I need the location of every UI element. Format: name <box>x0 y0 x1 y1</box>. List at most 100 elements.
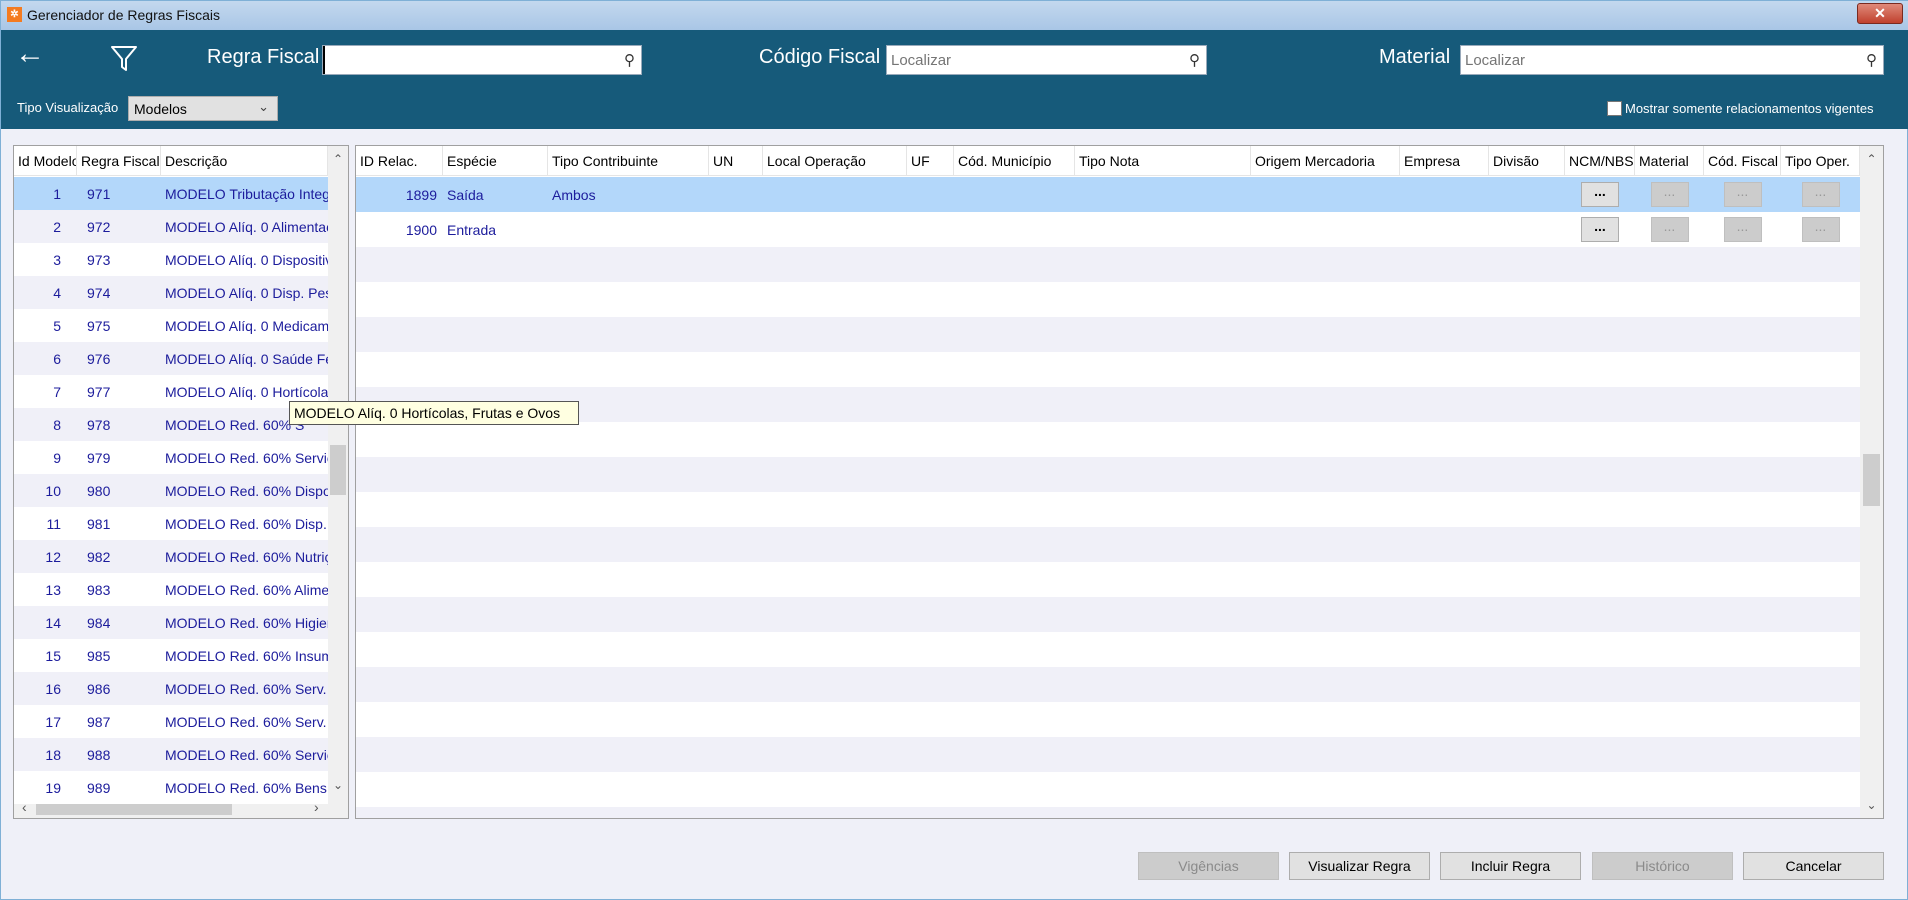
regra-fiscal-input[interactable] <box>323 46 611 74</box>
cell[interactable]: ... <box>1781 182 1860 207</box>
table-row[interactable]: 7 977 MODELO Alíq. 0 Hortícolas, <box>14 375 328 408</box>
cell[interactable]: ... <box>1704 182 1781 207</box>
table-row[interactable]: 19 989 MODELO Red. 60% Bens S <box>14 771 328 804</box>
descricao-cell: MODELO Alíq. 0 Dispositivo <box>165 251 328 268</box>
cell[interactable]: ... <box>1565 182 1635 207</box>
cell[interactable]: ... <box>1635 217 1704 242</box>
scroll-down-icon[interactable]: ⌄ <box>1860 798 1883 812</box>
scroll-thumb[interactable] <box>1863 454 1880 506</box>
empty-row <box>356 772 1860 807</box>
incluir-regra-button[interactable]: Incluir Regra <box>1440 852 1581 880</box>
historico-button[interactable]: Histórico <box>1592 852 1733 880</box>
id-cell: 1899 <box>405 186 437 203</box>
filter-button[interactable] <box>109 43 141 75</box>
table-row[interactable]: 1900 Entrada............ <box>356 212 1860 247</box>
cell[interactable]: ... <box>1704 217 1781 242</box>
table-row[interactable]: 9 979 MODELO Red. 60% Serviç <box>14 441 328 474</box>
table-row[interactable]: 13 983 MODELO Red. 60% Alimen <box>14 573 328 606</box>
relations-vertical-scrollbar[interactable]: ⌃ ⌄ <box>1860 146 1883 818</box>
empty-row <box>356 457 1860 492</box>
codigo-fiscal-search[interactable]: ⚲ <box>886 45 1207 75</box>
id-modelo-cell: 5 <box>53 317 61 334</box>
column-header[interactable]: Tipo Oper. <box>1781 146 1860 175</box>
column-header[interactable]: Tipo Contribuinte <box>548 146 709 175</box>
cell[interactable]: ... <box>1565 217 1635 242</box>
column-header[interactable]: NCM/NBS <box>1565 146 1635 175</box>
table-row[interactable]: 14 984 MODELO Red. 60% Higien <box>14 606 328 639</box>
tipo-visualizacao-select[interactable]: Modelos ⌄ <box>128 96 278 121</box>
table-row[interactable]: 2 972 MODELO Alíq. 0 Alimentaçã <box>14 210 328 243</box>
especie-cell: Saída <box>447 186 484 203</box>
column-header[interactable]: Material <box>1635 146 1704 175</box>
ncm-nbs-button[interactable]: ... <box>1581 217 1619 242</box>
table-row[interactable]: 1899 Saída Ambos............ <box>356 177 1860 212</box>
codigo-fiscal-input[interactable] <box>887 46 1176 74</box>
empty-row <box>356 667 1860 702</box>
regra-fiscal-search[interactable]: ⚲ <box>322 45 642 75</box>
scroll-up-icon[interactable]: ⌃ <box>328 152 348 166</box>
table-row[interactable]: 12 982 MODELO Red. 60% Nutriçã <box>14 540 328 573</box>
column-header[interactable]: UF <box>907 146 954 175</box>
column-header[interactable]: Local Operação <box>763 146 907 175</box>
column-header[interactable]: Regra Fiscal <box>77 146 161 175</box>
table-row[interactable]: 16 986 MODELO Red. 60% Serv. I <box>14 672 328 705</box>
table-row[interactable]: 8 978 MODELO Red. 60% S <box>14 408 328 441</box>
material-input[interactable] <box>1461 46 1853 74</box>
column-header[interactable]: Empresa <box>1400 146 1489 175</box>
regra-fiscal-cell: 972 <box>87 218 111 235</box>
column-header[interactable]: Cód. Fiscal <box>1704 146 1781 175</box>
column-header[interactable]: Id Modelo <box>14 146 77 175</box>
cell[interactable]: ... <box>1635 182 1704 207</box>
relations-table-header: ID Relac. Espécie Tipo Contribuinte UN Local… <box>356 146 1860 176</box>
id-modelo-cell: 11 <box>46 515 61 532</box>
search-icon[interactable]: ⚲ <box>624 51 635 69</box>
column-header[interactable]: Descrição <box>161 146 328 175</box>
table-row[interactable]: 6 976 MODELO Alíq. 0 Saúde Fem <box>14 342 328 375</box>
tipo-oper-button: ... <box>1801 182 1840 207</box>
table-row[interactable]: 11 981 MODELO Red. 60% Disp. A <box>14 507 328 540</box>
regra-fiscal-cell: 976 <box>87 350 111 367</box>
table-row[interactable]: 5 975 MODELO Alíq. 0 Medicamen <box>14 309 328 342</box>
column-header[interactable]: Cód. Município <box>954 146 1075 175</box>
cancelar-button[interactable]: Cancelar <box>1743 852 1884 880</box>
relations-table: ID Relac. Espécie Tipo Contribuinte UN Local… <box>355 145 1884 819</box>
table-row[interactable]: 17 987 MODELO Red. 60% Serv. I <box>14 705 328 738</box>
column-header[interactable]: Espécie <box>443 146 548 175</box>
search-icon[interactable]: ⚲ <box>1189 51 1200 69</box>
regra-fiscal-cell: 979 <box>87 449 111 466</box>
models-vertical-scrollbar[interactable]: ⌃ ⌄ <box>328 146 348 797</box>
close-button[interactable]: ✕ <box>1857 3 1903 24</box>
cell[interactable]: ... <box>1781 217 1860 242</box>
scroll-up-icon[interactable]: ⌃ <box>1860 152 1883 166</box>
column-header[interactable]: Origem Mercadoria <box>1251 146 1400 175</box>
scroll-down-icon[interactable]: ⌄ <box>328 778 348 792</box>
back-button[interactable]: ← <box>15 39 49 73</box>
material-search[interactable]: ⚲ <box>1460 45 1884 75</box>
table-row[interactable]: 3 973 MODELO Alíq. 0 Dispositivo <box>14 243 328 276</box>
ncm-nbs-button[interactable]: ... <box>1581 182 1619 207</box>
vigencias-button[interactable]: Vigências <box>1138 852 1279 880</box>
table-row[interactable]: 1 971 MODELO Tributação Integr <box>14 177 328 210</box>
search-icon[interactable]: ⚲ <box>1866 51 1877 69</box>
descricao-cell: MODELO Red. 60% Serviç <box>165 746 328 763</box>
table-row[interactable]: 15 985 MODELO Red. 60% Insum <box>14 639 328 672</box>
column-header[interactable]: Divisão <box>1489 146 1565 175</box>
scroll-thumb[interactable] <box>330 445 346 495</box>
column-header[interactable]: ID Relac. <box>356 146 443 175</box>
table-row[interactable]: 10 980 MODELO Red. 60% Dispos <box>14 474 328 507</box>
table-row[interactable]: 18 988 MODELO Red. 60% Serviç <box>14 738 328 771</box>
codigo-fiscal-label: Código Fiscal <box>759 46 881 68</box>
only-current-label[interactable]: Mostrar somente relacionamentos vigentes <box>1625 101 1874 116</box>
material-button: ... <box>1650 182 1689 207</box>
column-header[interactable]: Tipo Nota <box>1075 146 1251 175</box>
only-current-checkbox[interactable] <box>1607 101 1622 116</box>
regra-fiscal-cell: 974 <box>87 284 111 301</box>
empty-row <box>356 387 1860 422</box>
descricao-cell: MODELO Alíq. 0 Saúde Fem <box>165 350 328 367</box>
id-modelo-cell: 4 <box>53 284 61 301</box>
column-header[interactable]: UN <box>709 146 763 175</box>
visualizar-regra-button[interactable]: Visualizar Regra <box>1289 852 1430 880</box>
table-row[interactable]: 4 974 MODELO Alíq. 0 Disp. Pess <box>14 276 328 309</box>
descricao-cell: MODELO Red. 60% Higien <box>165 614 328 631</box>
regra-fiscal-cell: 989 <box>87 779 111 796</box>
